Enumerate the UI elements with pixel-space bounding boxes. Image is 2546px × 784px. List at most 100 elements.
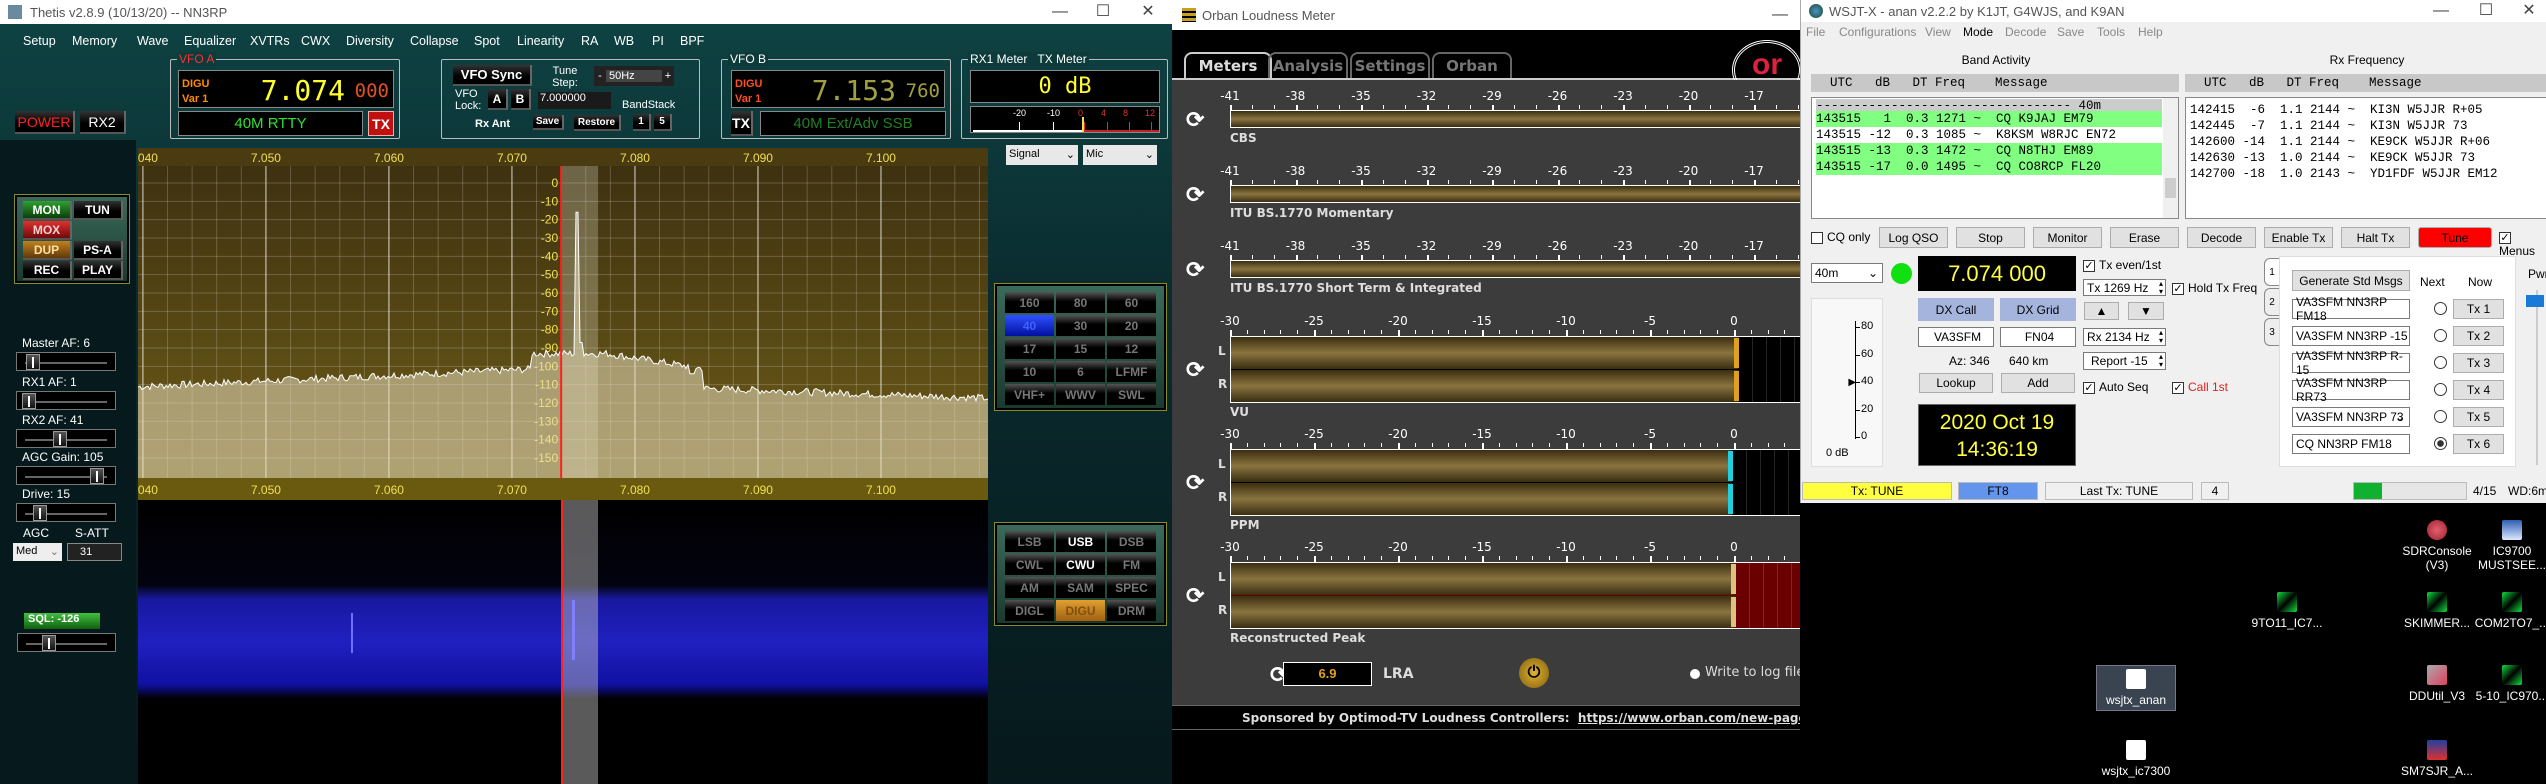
- menu-linearity[interactable]: Linearity: [517, 34, 564, 48]
- band-button-60[interactable]: 60: [1107, 292, 1156, 313]
- desktop-icon[interactable]: IC9700 MUSTSEE...: [2472, 520, 2546, 572]
- squelch-button[interactable]: SQL: -126: [24, 613, 100, 629]
- menu-configurations[interactable]: Configurations: [1839, 25, 1916, 39]
- band-button-15[interactable]: 15: [1056, 338, 1105, 359]
- monitor-button[interactable]: Monitor: [2033, 227, 2102, 248]
- button-dup[interactable]: DUP: [23, 241, 72, 260]
- halt-tx-button[interactable]: Halt Tx: [2341, 227, 2410, 248]
- tx-even-checkbox[interactable]: ✓ Tx even/1st: [2083, 258, 2161, 272]
- slider-thumb[interactable]: [25, 354, 40, 370]
- menu-collapse[interactable]: Collapse: [410, 34, 459, 48]
- bandstack-1-button[interactable]: 1: [633, 114, 651, 131]
- bandstack-restore-button[interactable]: Restore: [574, 115, 621, 131]
- next-radio[interactable]: [2434, 410, 2447, 423]
- orban-link[interactable]: https://www.orban.com/new-page-2: [1578, 711, 1820, 725]
- tx-message-input[interactable]: VA3SFM NN3RP R-15: [2292, 349, 2410, 377]
- band-button-6[interactable]: 6: [1056, 361, 1105, 382]
- vfo-sync-button[interactable]: VFO Sync: [453, 65, 532, 86]
- tx-2-button[interactable]: Tx 2: [2453, 326, 2504, 346]
- menu-diversity[interactable]: Diversity: [346, 34, 394, 48]
- vfo-lock-b-button[interactable]: B: [511, 89, 531, 110]
- slider[interactable]: [16, 466, 116, 485]
- band-button-80[interactable]: 80: [1056, 292, 1105, 313]
- band-button-12[interactable]: 12: [1107, 338, 1156, 359]
- desktop-icon[interactable]: COM2TO7_...: [2472, 592, 2546, 630]
- mode-button-fm[interactable]: FM: [1107, 554, 1156, 575]
- mode-button-sam[interactable]: SAM: [1056, 577, 1105, 598]
- vfo-lock-a-button[interactable]: A: [488, 89, 508, 110]
- maximize-button[interactable]: ☐: [1083, 0, 1123, 23]
- tx-tab-2[interactable]: 2: [2264, 288, 2279, 316]
- tune-button[interactable]: Tune: [2418, 227, 2492, 248]
- button-mox[interactable]: MOX: [23, 221, 72, 240]
- menu-pi[interactable]: PI: [652, 34, 664, 48]
- agc-select[interactable]: Med ⌄: [13, 543, 62, 561]
- vfo-b-tx-button[interactable]: TX: [731, 111, 753, 136]
- slider-thumb[interactable]: [90, 468, 105, 484]
- bandstack-5-button[interactable]: 5: [654, 114, 672, 131]
- slider[interactable]: [16, 391, 116, 410]
- menu-decode[interactable]: Decode: [2005, 25, 2046, 39]
- tx-6-button[interactable]: Tx 6: [2453, 434, 2504, 454]
- next-radio[interactable]: [2434, 437, 2447, 450]
- generate-std-msgs-button[interactable]: Generate Std Msgs: [2292, 270, 2410, 291]
- band-button-lfmf[interactable]: LFMF: [1107, 361, 1156, 382]
- log-radio[interactable]: [1690, 669, 1700, 679]
- band-activity-row[interactable]: 143515 -12 0.3 1085 ~ K8KSM W8RJC EN72: [1816, 127, 2162, 143]
- menu-setup[interactable]: Setup: [23, 34, 56, 48]
- mode-button-drm[interactable]: DRM: [1107, 600, 1156, 621]
- refresh-icon[interactable]: ⟳: [1186, 583, 1204, 609]
- cq-only-checkbox[interactable]: CQ only: [1811, 230, 1870, 244]
- step-down-button[interactable]: -: [594, 70, 606, 82]
- mode-button-cwu[interactable]: CWU: [1056, 554, 1105, 575]
- auto-seq-checkbox[interactable]: ✓ Auto Seq: [2083, 380, 2148, 394]
- rx2-button[interactable]: RX2: [80, 111, 126, 134]
- tx-tab-3[interactable]: 3: [2264, 318, 2279, 346]
- arrow-down-button[interactable]: ▼: [2128, 302, 2164, 320]
- minimize-button[interactable]: —: [1760, 0, 1800, 30]
- next-radio[interactable]: [2434, 302, 2447, 315]
- slider[interactable]: [16, 352, 116, 371]
- desktop-icon[interactable]: SKIMMER...: [2397, 592, 2477, 630]
- slider[interactable]: [16, 503, 116, 522]
- rx-frequency-list[interactable]: 142415 -6 1.1 2144 ~ KI3N W5JJR R+05 1424…: [2185, 97, 2546, 219]
- menu-file[interactable]: File: [1806, 25, 1825, 39]
- power-icon[interactable]: ⏻: [1519, 658, 1549, 688]
- desktop-icon[interactable]: SDRConsole (V3): [2397, 520, 2477, 572]
- tx-5-button[interactable]: Tx 5: [2453, 407, 2504, 427]
- button-rec[interactable]: REC: [23, 261, 72, 280]
- desktop-icon[interactable]: 5-10_IC970...: [2472, 665, 2546, 703]
- tab-settings[interactable]: Settings: [1350, 52, 1430, 78]
- close-button[interactable]: ✕: [2509, 0, 2546, 22]
- mode-button-am[interactable]: AM: [1005, 577, 1054, 598]
- bandstack-save-button[interactable]: Save: [533, 115, 564, 130]
- spectrum-display[interactable]: 7.040 7.040 7.050 7.050 7.060 7.060 7.070 7.070…: [138, 148, 988, 500]
- menu-bpf[interactable]: BPF: [680, 34, 704, 48]
- band-activity-row[interactable]: 143515 -13 0.3 1472 ~ CQ N8THJ EM89: [1816, 143, 2162, 159]
- mode-button-dsb[interactable]: DSB: [1107, 531, 1156, 552]
- tx-message-input[interactable]: VA3SFM NN3RP -15: [2292, 326, 2410, 346]
- bandstack-freq[interactable]: 7.000000: [538, 92, 611, 109]
- next-radio[interactable]: [2434, 356, 2447, 369]
- tx-tab-1[interactable]: 1: [2264, 258, 2279, 286]
- arrow-up-button[interactable]: ▲: [2084, 302, 2119, 320]
- next-radio[interactable]: [2434, 329, 2447, 342]
- rx-frequency-row[interactable]: 142445 -7 1.1 2144 ~ KI3N W5JJR 73: [2190, 118, 2468, 134]
- refresh-icon[interactable]: ⟳: [1186, 257, 1204, 283]
- band-button-40[interactable]: 40: [1005, 315, 1054, 336]
- mode-button-usb[interactable]: USB: [1056, 531, 1105, 552]
- minimize-button[interactable]: —: [1040, 0, 1080, 23]
- band-activity-row[interactable]: 143515 -17 0.0 1495 ~ CQ CO8RCP FL20: [1816, 159, 2162, 175]
- slider[interactable]: [16, 429, 116, 448]
- next-radio[interactable]: [2434, 383, 2447, 396]
- band-button-160[interactable]: 160: [1005, 292, 1054, 313]
- desktop-icon[interactable]: SM7SJR_A...: [2397, 740, 2477, 778]
- log-qso-button[interactable]: Log QSO: [1879, 227, 1948, 248]
- scrollbar[interactable]: [2163, 98, 2178, 218]
- tx-4-button[interactable]: Tx 4: [2453, 380, 2504, 400]
- panadapter[interactable]: 7.040 7.040 7.050 7.050 7.060 7.060 7.070 7.070…: [138, 148, 988, 500]
- tx-freq-spinner[interactable]: Tx 1269 Hz: [2083, 279, 2166, 296]
- mode-button-cwl[interactable]: CWL: [1005, 554, 1054, 575]
- button-tun[interactable]: TUN: [74, 201, 123, 220]
- band-select[interactable]: 40m ⌄: [1811, 263, 1883, 283]
